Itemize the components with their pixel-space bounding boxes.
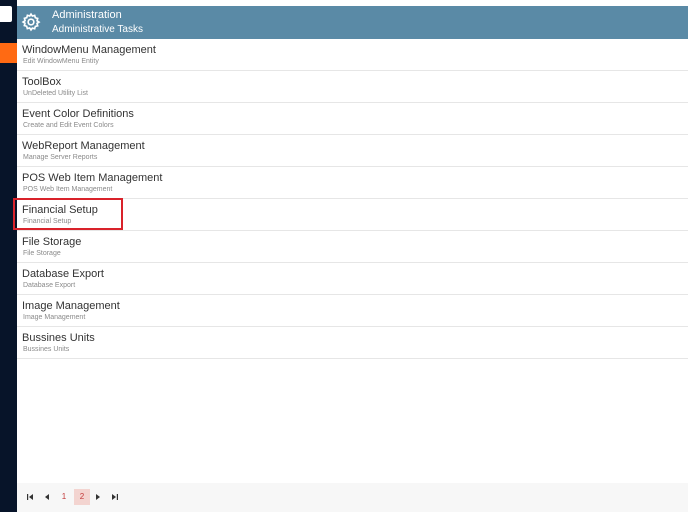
item-subtitle: POS Web Item Management xyxy=(23,186,113,193)
item-title: ToolBox xyxy=(22,76,62,88)
item-title: POS Web Item Management xyxy=(22,172,163,184)
list-item-pos-web-item-management[interactable]: POS Web Item Management POS Web Item Man… xyxy=(17,167,688,199)
list-item-file-storage[interactable]: File Storage File Storage xyxy=(17,231,688,263)
first-page-icon[interactable] xyxy=(24,489,36,505)
item-subtitle: Bussines Units xyxy=(23,346,70,353)
item-title: Financial Setup xyxy=(22,204,98,216)
page-button-1[interactable]: 1 xyxy=(57,489,71,505)
item-title: WebReport Management xyxy=(22,140,145,152)
sidebar-toggle-button[interactable] xyxy=(0,6,12,22)
last-page-icon[interactable] xyxy=(109,489,121,505)
list-item-windowmenu-management[interactable]: WindowMenu Management Edit WindowMenu En… xyxy=(17,39,688,71)
page-title: Administration xyxy=(52,9,122,21)
admin-task-list: WindowMenu Management Edit WindowMenu En… xyxy=(17,39,688,359)
page-subtitle: Administrative Tasks xyxy=(52,24,143,35)
item-subtitle: Manage Server Reports xyxy=(23,154,98,161)
item-subtitle: Edit WindowMenu Entity xyxy=(23,58,99,65)
item-title: Event Color Definitions xyxy=(22,108,134,120)
list-item-financial-setup[interactable]: Financial Setup Financial Setup xyxy=(17,199,688,231)
page-header: Administration Administrative Tasks xyxy=(17,6,688,39)
item-subtitle: UnDeleted Utility List xyxy=(23,90,88,97)
list-item-database-export[interactable]: Database Export Database Export xyxy=(17,263,688,295)
item-title: WindowMenu Management xyxy=(22,44,156,56)
item-subtitle: File Storage xyxy=(23,250,61,257)
item-subtitle: Financial Setup xyxy=(23,218,72,225)
list-item-image-management[interactable]: Image Management Image Management xyxy=(17,295,688,327)
page-button-current[interactable]: 2 xyxy=(74,489,90,505)
next-page-icon[interactable] xyxy=(92,489,104,505)
item-subtitle: Image Management xyxy=(23,314,86,321)
item-title: Bussines Units xyxy=(22,332,95,344)
left-sidebar xyxy=(0,0,17,512)
list-item-toolbox[interactable]: ToolBox UnDeleted Utility List xyxy=(17,71,688,103)
item-subtitle: Database Export xyxy=(23,282,76,289)
pagination-bar: 1 2 xyxy=(17,483,688,512)
sidebar-active-item[interactable] xyxy=(0,43,17,63)
list-item-webreport-management[interactable]: WebReport Management Manage Server Repor… xyxy=(17,135,688,167)
list-item-event-color-definitions[interactable]: Event Color Definitions Create and Edit … xyxy=(17,103,688,135)
item-title: File Storage xyxy=(22,236,82,248)
item-subtitle: Create and Edit Event Colors xyxy=(23,122,114,129)
item-title: Image Management xyxy=(22,300,120,312)
item-title: Database Export xyxy=(22,268,104,280)
gear-icon xyxy=(21,12,41,32)
previous-page-icon[interactable] xyxy=(41,489,53,505)
list-item-bussines-units[interactable]: Bussines Units Bussines Units xyxy=(17,327,688,359)
